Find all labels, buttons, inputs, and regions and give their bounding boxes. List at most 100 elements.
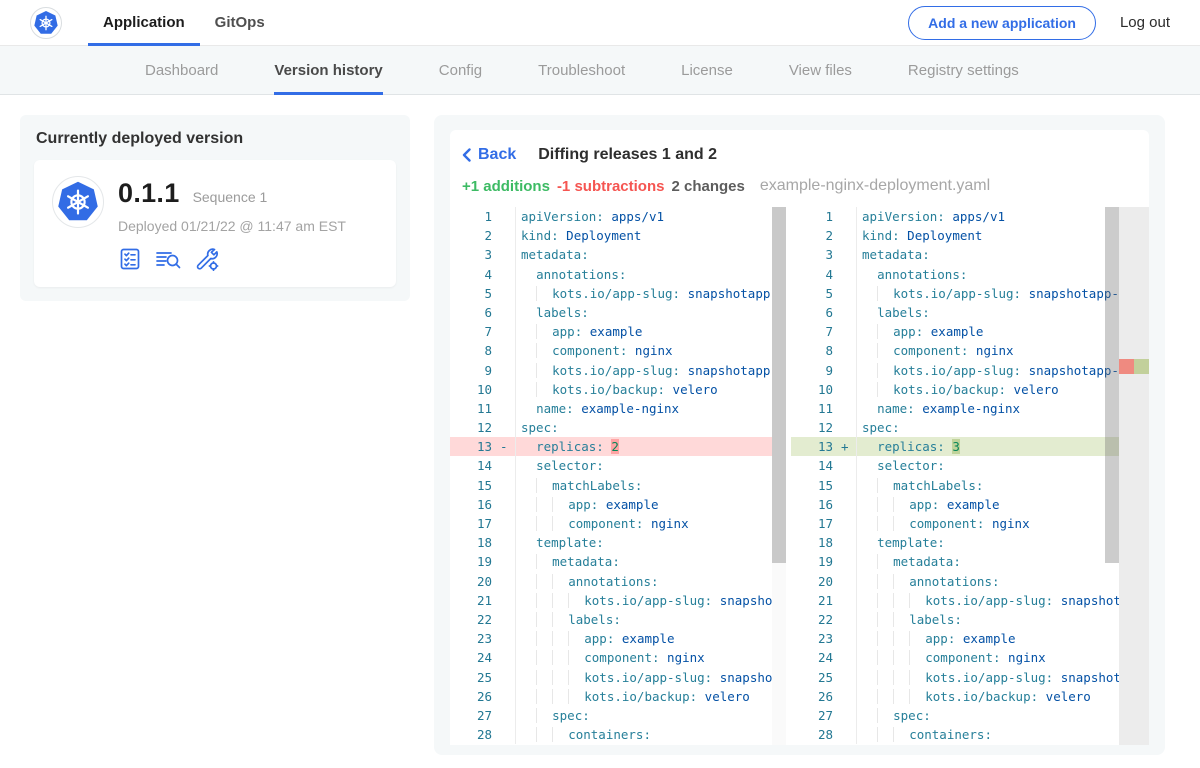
line-number: 3 [791,245,841,264]
diff-line-3: 3metadata: [450,245,786,264]
diff-line-6: 6 labels: [450,303,786,322]
code-text: component: nginx [856,648,1149,667]
app-logo[interactable] [30,7,62,39]
currently-deployed-card: Currently deployed version [20,115,410,301]
add-application-button[interactable]: Add a new application [908,6,1096,40]
line-number: 27 [791,706,841,725]
logout-link[interactable]: Log out [1120,14,1170,31]
line-number: 5 [450,284,500,303]
diff-line-7: 7 app: example [791,322,1149,341]
diff-sign [500,245,515,264]
diff-line-9: 9 kots.io/app-slug: snapshotapp-mu [791,361,1149,380]
code-text: containers: [515,725,786,744]
subnav-item-registry-settings[interactable]: Registry settings [908,46,1019,94]
diff-line-6: 6 labels: [791,303,1149,322]
code-text: kots.io/app-slug: snapshotap [856,591,1149,610]
diff-line-15: 15 matchLabels: [791,476,1149,495]
overview-ruler [1119,207,1149,745]
diff-line-27: 27 spec: [450,706,786,725]
code-text: labels: [515,610,786,629]
diff-sign [841,533,856,552]
nav-tab-application[interactable]: Application [88,0,200,45]
subnav-item-dashboard[interactable]: Dashboard [145,46,218,94]
diff-sign [841,668,856,687]
diff-line-3: 3metadata: [791,245,1149,264]
subnav-item-license[interactable]: License [681,46,733,94]
view-logs-icon[interactable] [155,247,181,271]
diff-line-22: 22 labels: [450,610,786,629]
version-action-icons [118,247,346,271]
diff-sign [841,341,856,360]
back-link[interactable]: Back [462,146,516,164]
diff-line-9: 9 kots.io/app-slug: snapshotapp-mu [450,361,786,380]
diff-line-5: 5 kots.io/app-slug: snapshotapp-mu [791,284,1149,303]
code-text: kots.io/app-slug: snapshotapp-mu [515,284,786,303]
subnav-item-version-history[interactable]: Version history [274,46,382,94]
diff-line-26: 26 kots.io/backup: velero [450,687,786,706]
line-number: 28 [450,725,500,744]
scrollbar-thumb[interactable] [772,207,786,563]
line-number: 24 [450,648,500,667]
line-number: 7 [791,322,841,341]
line-number: 7 [450,322,500,341]
diff-sign [500,418,515,437]
code-text: app: example [515,495,786,514]
line-number: 19 [450,552,500,571]
code-text: template: [515,533,786,552]
diff-line-20: 20 annotations: [450,572,786,591]
code-text: annotations: [856,572,1149,591]
subnav-item-troubleshoot[interactable]: Troubleshoot [538,46,625,94]
diff-line-13: 13- replicas: 2 [450,437,786,456]
code-text: matchLabels: [515,476,786,495]
code-text: kind: Deployment [515,226,786,245]
line-number: 18 [450,533,500,552]
subnav-item-view-files[interactable]: View files [789,46,852,94]
configure-wrench-gear-icon[interactable] [194,247,220,271]
diff-line-8: 8 component: nginx [450,341,786,360]
diff-sign [841,399,856,418]
subnav-item-config[interactable]: Config [439,46,482,94]
diff-sign [841,495,856,514]
line-number: 17 [450,514,500,533]
diff-sign [841,591,856,610]
diff-sign [500,399,515,418]
code-text: annotations: [515,572,786,591]
line-number: 4 [791,265,841,284]
ruler-addition-marker [1134,359,1149,374]
diff-line-28: 28 containers: [791,725,1149,744]
app-version-logo [52,176,104,228]
diff-line-4: 4 annotations: [450,265,786,284]
nav-tab-gitops[interactable]: GitOps [200,0,280,45]
diff-line-25: 25 kots.io/app-slug: snapshotap [791,668,1149,687]
line-number: 16 [450,495,500,514]
diff-pane-new: 1apiVersion: apps/v12kind: Deployment3me… [791,207,1149,745]
diff-line-24: 24 component: nginx [450,648,786,667]
diff-sign [841,303,856,322]
line-number: 1 [450,207,500,226]
diff-line-12: 12spec: [450,418,786,437]
scrollbar-thumb[interactable] [1105,207,1119,563]
diff-line-27: 27 spec: [791,706,1149,725]
code-text: apiVersion: apps/v1 [515,207,786,226]
diff-sign [500,322,515,341]
code-text: spec: [515,706,786,725]
line-number: 16 [791,495,841,514]
line-number: 21 [450,591,500,610]
diff-line-21: 21 kots.io/app-slug: snapshotap [450,591,786,610]
code-text: kots.io/app-slug: snapshotap [515,591,786,610]
diff-sign [841,284,856,303]
diff-sign [841,687,856,706]
diff-sign [841,476,856,495]
changes-count: 2 changes [671,178,744,195]
diff-line-16: 16 app: example [791,495,1149,514]
release-notes-checklist-icon[interactable] [118,247,142,271]
code-text: component: nginx [515,514,786,533]
diff-line-26: 26 kots.io/backup: velero [791,687,1149,706]
diff-sign [841,514,856,533]
diff-line-20: 20 annotations: [791,572,1149,591]
main-content: Currently deployed version [0,95,1200,755]
diff-line-16: 16 app: example [450,495,786,514]
line-number: 11 [450,399,500,418]
code-text: kots.io/backup: velero [515,687,786,706]
diff-sign [500,706,515,725]
